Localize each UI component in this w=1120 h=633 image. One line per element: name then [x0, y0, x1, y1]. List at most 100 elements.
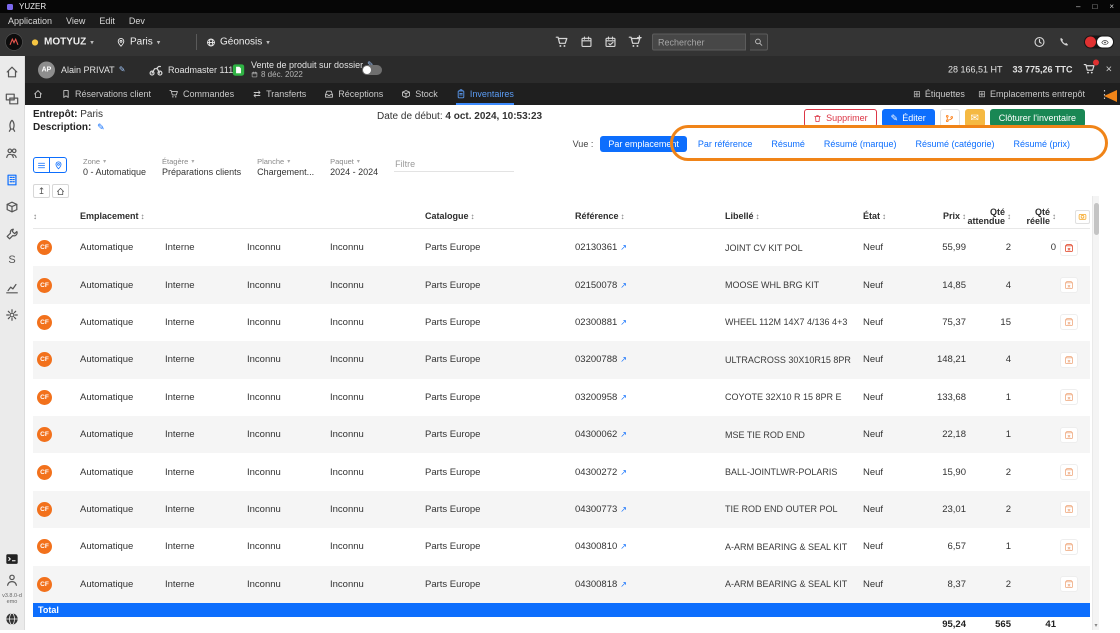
menu-dev[interactable]: Dev [129, 16, 145, 26]
column-header-select[interactable]: ↕ [33, 212, 80, 221]
filter-etagere[interactable]: Étagère▾Préparations clients [162, 157, 241, 177]
mail-button[interactable]: ✉ [965, 109, 985, 127]
map-view-button[interactable] [50, 157, 67, 173]
warehouse-selector[interactable]: Géonosis▾ [206, 37, 270, 48]
column-header-libelle[interactable]: Libellé↕ [725, 212, 863, 221]
minimize-button[interactable]: – [1076, 2, 1080, 11]
root-level-button[interactable] [52, 184, 69, 198]
history-button[interactable] [1033, 36, 1046, 49]
search-button[interactable] [750, 34, 768, 51]
list-view-button[interactable] [33, 157, 50, 173]
external-link-icon[interactable]: ↗ [620, 318, 627, 327]
filter-planche[interactable]: Planche▾Chargement... [257, 157, 314, 177]
external-link-icon[interactable]: ↗ [620, 393, 627, 402]
dossier-link[interactable]: Vente de produit sur dossier [251, 60, 363, 70]
customer-avatar[interactable]: AP [38, 61, 55, 78]
calendar-button[interactable] [580, 36, 593, 49]
external-link-icon[interactable]: ↗ [620, 505, 627, 514]
sidebar-item-terminal[interactable] [5, 551, 20, 566]
search-input[interactable] [652, 34, 746, 51]
customer-link[interactable]: Alain PRIVAT ✎ [61, 65, 125, 75]
sidebar-item-screens[interactable] [5, 91, 20, 106]
sidebar-item-gear[interactable] [5, 307, 20, 322]
view-tab-resume-marque[interactable]: Résumé (marque) [816, 136, 905, 152]
sidebar-item-home[interactable] [5, 64, 20, 79]
column-header-reference[interactable]: Référence↕ [575, 212, 725, 221]
filter-zone[interactable]: Zone▾0 - Automatique [83, 157, 146, 177]
external-link-icon[interactable]: ↗ [620, 281, 627, 290]
column-header-prix[interactable]: Prix↕ [928, 212, 970, 221]
menu-view[interactable]: View [66, 16, 85, 26]
sidebar-item-person[interactable] [5, 572, 20, 587]
company-selector[interactable]: MOTYUZ▾ [30, 37, 94, 48]
column-header-catalogue[interactable]: Catalogue↕ [425, 212, 575, 221]
tab-stock[interactable]: Stock [401, 83, 438, 105]
tab-receptions[interactable]: Réceptions [324, 83, 383, 105]
phone-button[interactable] [1058, 36, 1070, 48]
edit-description-icon[interactable]: ✎ [97, 122, 105, 132]
close-window-button[interactable]: × [1109, 2, 1114, 11]
row-action-button[interactable] [1060, 501, 1078, 517]
menu-application[interactable]: Application [8, 16, 52, 26]
external-link-icon[interactable]: ↗ [620, 468, 627, 477]
column-header-emplacement[interactable]: Emplacement↕ [80, 212, 165, 221]
purchases-button[interactable] [628, 35, 642, 49]
edit-customer-icon[interactable]: ✎ [119, 65, 126, 74]
sidebar-item-users[interactable] [5, 145, 20, 160]
sidebar-item-box[interactable] [5, 199, 20, 214]
site-selector[interactable]: Paris▾ [116, 37, 160, 48]
menu-edit[interactable]: Edit [99, 16, 115, 26]
sidebar-item-globe[interactable] [5, 611, 20, 626]
action-etiquettes[interactable]: ⊞Étiquettes [912, 89, 965, 99]
tab-transferts[interactable]: ⇄Transferts [252, 83, 306, 105]
sidebar-item-chart[interactable] [5, 280, 20, 295]
sidebar-item-rocket[interactable] [5, 118, 20, 133]
tab-home[interactable] [33, 83, 43, 105]
delete-button[interactable]: Supprimer [804, 109, 877, 127]
external-link-icon[interactable]: ↗ [620, 430, 627, 439]
tab-inventaires[interactable]: Inventaires [456, 83, 514, 105]
view-tab-resume[interactable]: Résumé [763, 136, 813, 152]
row-action-button[interactable] [1060, 240, 1078, 256]
cart-button[interactable] [555, 35, 569, 49]
scroll-down-arrow[interactable]: ▾ [1093, 622, 1099, 629]
row-action-button[interactable] [1060, 427, 1078, 443]
column-header-qte_reelle[interactable]: Qté réelle↕ [1015, 208, 1060, 226]
sidebar-item-wrench[interactable] [5, 226, 20, 241]
row-action-button[interactable] [1060, 539, 1078, 555]
column-header-etat[interactable]: État↕ [863, 212, 928, 221]
row-action-button[interactable] [1060, 464, 1078, 480]
column-header-qte_attendue[interactable]: Qté attendue↕ [970, 208, 1015, 226]
filter-input[interactable] [394, 157, 514, 172]
view-tab-resume-categorie[interactable]: Résumé (catégorie) [907, 136, 1002, 152]
external-link-icon[interactable]: ↗ [620, 580, 627, 589]
row-action-button[interactable] [1060, 352, 1078, 368]
close-context-button[interactable]: × [1106, 64, 1112, 76]
sidebar-item-letter-s[interactable]: S [5, 253, 20, 268]
sidebar-item-building[interactable] [5, 172, 20, 187]
tab-reservations-client[interactable]: Réservations client [61, 83, 151, 105]
row-action-button[interactable] [1060, 389, 1078, 405]
fork-button[interactable] [940, 109, 960, 127]
view-tab-resume-prix[interactable]: Résumé (prix) [1005, 136, 1078, 152]
context-toggle[interactable] [362, 65, 382, 75]
edit-button[interactable]: ✎ Éditer [882, 109, 935, 127]
view-tab-par-emplacement[interactable]: Par emplacement [600, 136, 687, 152]
planning-button[interactable] [604, 36, 617, 49]
table-settings-button[interactable] [1075, 210, 1090, 224]
maximize-button[interactable]: □ [1092, 2, 1097, 11]
tab-commandes[interactable]: Commandes [169, 83, 234, 105]
visibility-toggle[interactable] [1084, 36, 1114, 49]
collapse-all-button[interactable]: ↥ [33, 184, 50, 198]
brand-logo-icon[interactable] [5, 33, 23, 51]
vehicle-link[interactable]: Roadmaster 111 [168, 65, 233, 75]
external-link-icon[interactable]: ↗ [620, 243, 627, 252]
external-link-icon[interactable]: ↗ [620, 542, 627, 551]
external-link-icon[interactable]: ↗ [620, 355, 627, 364]
filter-paquet[interactable]: Paquet▾2024 - 2024 [330, 157, 378, 177]
row-action-button[interactable] [1060, 576, 1078, 592]
row-action-button[interactable] [1060, 314, 1078, 330]
row-action-button[interactable] [1060, 277, 1078, 293]
action-emplacements-entrepot[interactable]: ⊞Emplacements entrepôt [977, 89, 1085, 99]
cart-badge-button[interactable] [1083, 62, 1096, 77]
